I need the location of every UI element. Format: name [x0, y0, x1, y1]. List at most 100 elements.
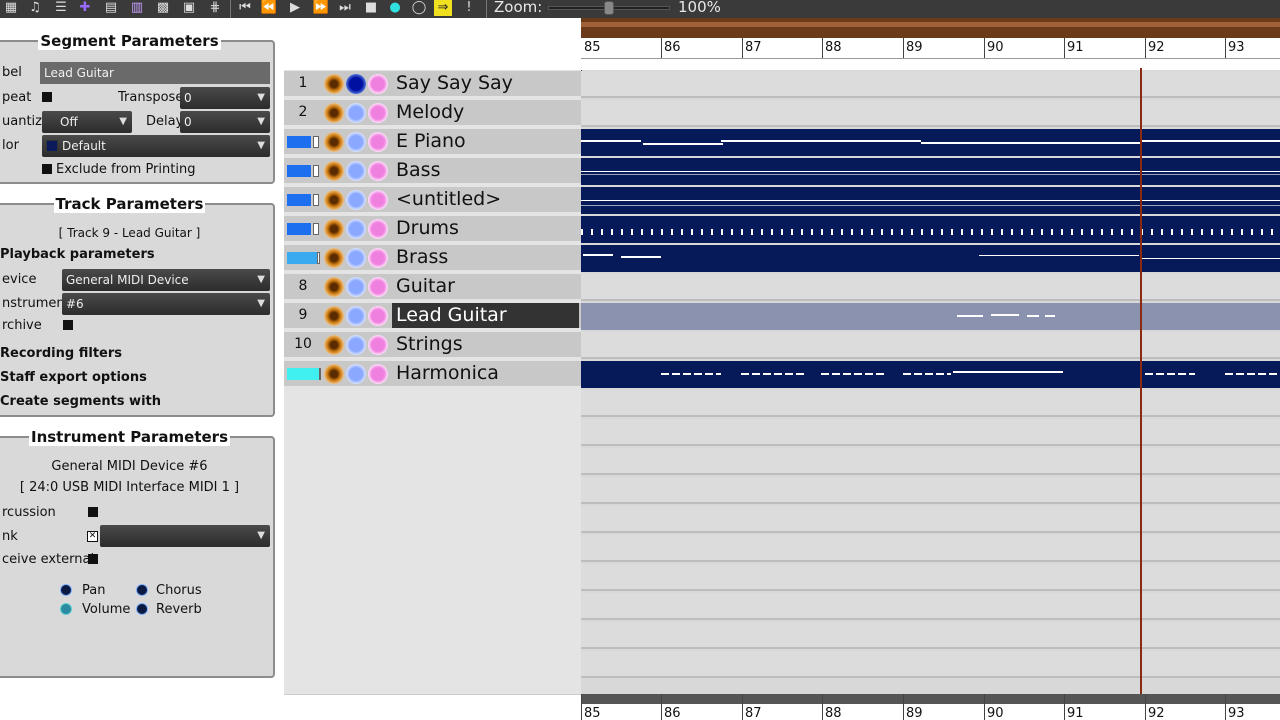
record-arm-button[interactable] — [368, 248, 388, 268]
solo-button[interactable] — [346, 74, 366, 94]
segment-lane[interactable] — [581, 535, 1280, 562]
segment-block[interactable] — [581, 187, 1280, 214]
mute-button[interactable] — [324, 132, 344, 152]
mute-button[interactable] — [324, 190, 344, 210]
segment-lane[interactable] — [581, 361, 1280, 388]
device-combo[interactable]: General MIDI Device ▼ — [62, 269, 270, 291]
staff-export-header[interactable]: Staff export options — [0, 370, 147, 385]
segment-lane[interactable] — [581, 245, 1280, 272]
bank-combo[interactable]: ▼ — [100, 525, 270, 547]
note-icon[interactable]: ♫ — [26, 0, 44, 16]
event-icon[interactable]: ✚ — [76, 0, 94, 16]
record-arm-button[interactable] — [368, 306, 388, 326]
track-name[interactable]: Say Say Say — [392, 71, 579, 96]
selected-segment-block[interactable] — [581, 303, 1280, 330]
fast-forward-icon[interactable]: ⏩ — [312, 0, 330, 16]
segment-lane[interactable] — [581, 100, 1280, 127]
track-row[interactable]: Bass — [284, 158, 581, 185]
playback-parameters-header[interactable]: Playback parameters — [0, 247, 155, 262]
segment-lane[interactable] — [581, 332, 1280, 359]
percussion-checkbox[interactable] — [88, 507, 98, 517]
solo-button[interactable] — [346, 190, 366, 210]
segment-lane[interactable] — [581, 187, 1280, 214]
transpose-combo[interactable]: 0 ▼ — [180, 87, 270, 109]
solo-button[interactable] — [346, 335, 366, 355]
record-arm-button[interactable] — [368, 132, 388, 152]
solo-button[interactable] — [346, 364, 366, 384]
record-arm-button[interactable] — [368, 161, 388, 181]
quantize-combo[interactable]: Off ▼ — [42, 111, 132, 133]
segment-lane[interactable] — [581, 622, 1280, 649]
record-arm-button[interactable] — [368, 74, 388, 94]
segment-lane[interactable] — [581, 274, 1280, 301]
solo-button[interactable] — [346, 306, 366, 326]
end-icon[interactable]: ⏭ — [336, 0, 354, 16]
segment-lane[interactable] — [581, 448, 1280, 475]
loop-range-bar[interactable] — [581, 18, 1280, 38]
loop-icon[interactable]: ◯ — [410, 0, 428, 16]
track-row[interactable]: <untitled> — [284, 187, 581, 214]
segment-lane[interactable] — [581, 71, 1280, 98]
mute-button[interactable] — [324, 277, 344, 297]
track-name[interactable]: Bass — [392, 158, 579, 183]
rewind-to-start-icon[interactable]: ⏮ — [236, 0, 254, 16]
segment-lane[interactable] — [581, 564, 1280, 591]
mute-button[interactable] — [324, 335, 344, 355]
mute-button[interactable] — [324, 74, 344, 94]
pan-knob[interactable] — [60, 584, 72, 596]
volume-knob[interactable] — [60, 603, 72, 615]
recording-filters-header[interactable]: Recording filters — [0, 346, 122, 361]
matrix-icon[interactable]: ▦ — [2, 0, 20, 16]
track-row[interactable]: E Piano — [284, 129, 581, 156]
grid-icon[interactable]: ▩ — [154, 0, 172, 16]
chorus-knob[interactable] — [136, 584, 148, 596]
solo-button[interactable] — [346, 277, 366, 297]
mute-button[interactable] — [324, 306, 344, 326]
record-arm-button[interactable] — [368, 190, 388, 210]
create-segments-header[interactable]: Create segments with — [0, 394, 161, 409]
notation-icon[interactable]: ▤ — [102, 0, 120, 16]
color-combo[interactable]: Default ▼ — [42, 135, 270, 157]
track-row[interactable]: Brass — [284, 245, 581, 272]
solo-button[interactable] — [346, 132, 366, 152]
track-row[interactable]: Harmonica — [284, 361, 581, 388]
record-arm-button[interactable] — [368, 219, 388, 239]
reverb-knob[interactable] — [136, 603, 148, 615]
play-icon[interactable]: ▶ — [286, 0, 304, 16]
segment-lane[interactable] — [581, 216, 1280, 243]
segment-block[interactable] — [581, 245, 1280, 272]
segment-canvas[interactable]: 85 86 87 88 89 90 91 92 93 — [581, 18, 1280, 694]
track-name[interactable]: Lead Guitar — [392, 303, 579, 328]
segment-lane[interactable] — [581, 593, 1280, 620]
repeat-checkbox[interactable] — [42, 92, 52, 102]
segment-block[interactable] — [581, 216, 1280, 243]
track-row[interactable]: 10 Strings — [284, 332, 581, 359]
track-name[interactable]: Brass — [392, 245, 579, 270]
mute-button[interactable] — [324, 219, 344, 239]
list-icon[interactable]: ☰ — [52, 0, 70, 16]
record-icon[interactable]: ● — [386, 0, 404, 16]
record-arm-button[interactable] — [368, 277, 388, 297]
segment-lane[interactable] — [581, 129, 1280, 156]
segment-lane[interactable] — [581, 651, 1280, 678]
track-row[interactable]: 2 Melody — [284, 100, 581, 127]
delay-combo[interactable]: 0 ▼ — [180, 111, 270, 133]
track-name[interactable]: Harmonica — [392, 361, 579, 386]
track-name[interactable]: Melody — [392, 100, 579, 125]
solo-button[interactable] — [346, 161, 366, 181]
segment-block[interactable] — [581, 129, 1280, 156]
stop-icon[interactable]: ■ — [362, 0, 380, 16]
receive-external-checkbox[interactable] — [88, 554, 98, 564]
record-arm-button[interactable] — [368, 103, 388, 123]
mixer-icon[interactable]: ▣ — [180, 0, 198, 16]
exclude-printing-checkbox[interactable] — [42, 164, 52, 174]
segment-lane[interactable] — [581, 303, 1280, 330]
segment-lane[interactable] — [581, 390, 1280, 417]
panic-icon[interactable]: ! — [460, 0, 478, 16]
solo-button[interactable] — [346, 219, 366, 239]
solo-button[interactable] — [346, 103, 366, 123]
segment-block[interactable] — [581, 158, 1280, 185]
rewind-icon[interactable]: ⏪ — [260, 0, 278, 16]
segment-lane[interactable] — [581, 158, 1280, 185]
mute-button[interactable] — [324, 248, 344, 268]
